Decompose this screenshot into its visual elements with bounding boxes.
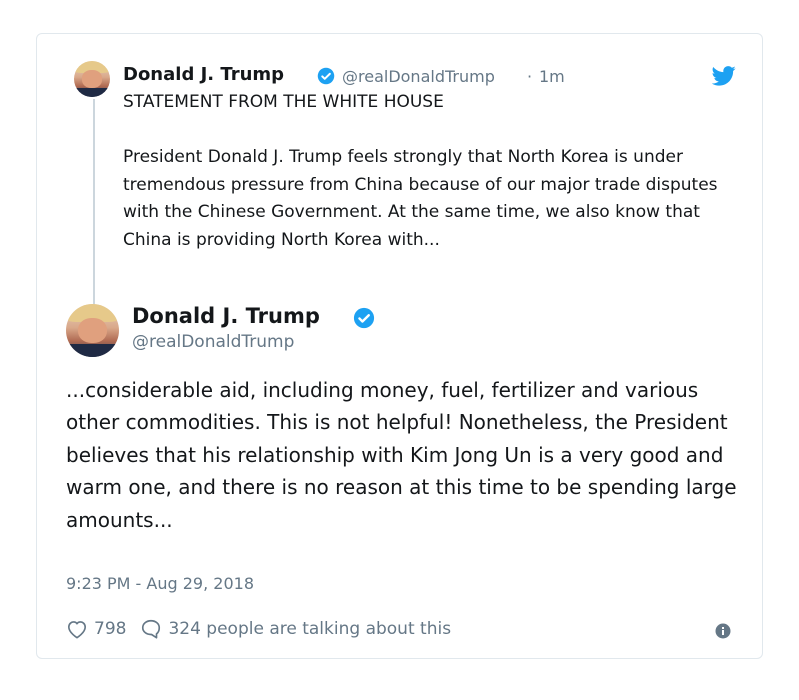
verified-badge-icon — [353, 307, 375, 333]
tweet-embed-card: Donald J. Trump @realDonaldTrump · 1m ST… — [36, 33, 763, 659]
like-button[interactable]: 798 — [66, 619, 140, 639]
author-handle[interactable]: @realDonaldTrump — [132, 332, 294, 352]
twitter-bird-icon[interactable] — [711, 66, 736, 90]
quoted-tweet-time[interactable]: 1m — [539, 67, 565, 86]
quoted-tweet-headline: STATEMENT FROM THE WHITE HOUSE — [123, 92, 444, 112]
quoted-author-handle[interactable]: @realDonaldTrump — [342, 67, 495, 86]
quoted-author-avatar[interactable] — [74, 61, 110, 97]
separator-dot: · — [527, 67, 533, 86]
reply-button[interactable]: 324 people are talking about this — [140, 618, 451, 640]
tweet-timestamp[interactable]: 9:23 PM - Aug 29, 2018 — [66, 574, 254, 593]
author-avatar[interactable] — [66, 304, 119, 357]
speech-bubble-icon — [140, 618, 162, 640]
thread-connector-line — [93, 99, 95, 333]
verified-badge-icon — [317, 67, 335, 89]
quoted-tweet-text: President Donald J. Trump feels strongly… — [123, 147, 718, 250]
quoted-author-name[interactable]: Donald J. Trump — [123, 64, 284, 85]
tweet-text: ...considerable aid, including money, fu… — [66, 378, 737, 532]
heart-icon — [66, 619, 88, 639]
author-name[interactable]: Donald J. Trump — [132, 304, 320, 328]
like-count: 798 — [94, 619, 127, 639]
conversation-count: 324 people are talking about this — [168, 619, 452, 639]
info-icon[interactable] — [715, 623, 731, 643]
tweet-actions: 798 324 people are talking about this — [66, 616, 451, 642]
